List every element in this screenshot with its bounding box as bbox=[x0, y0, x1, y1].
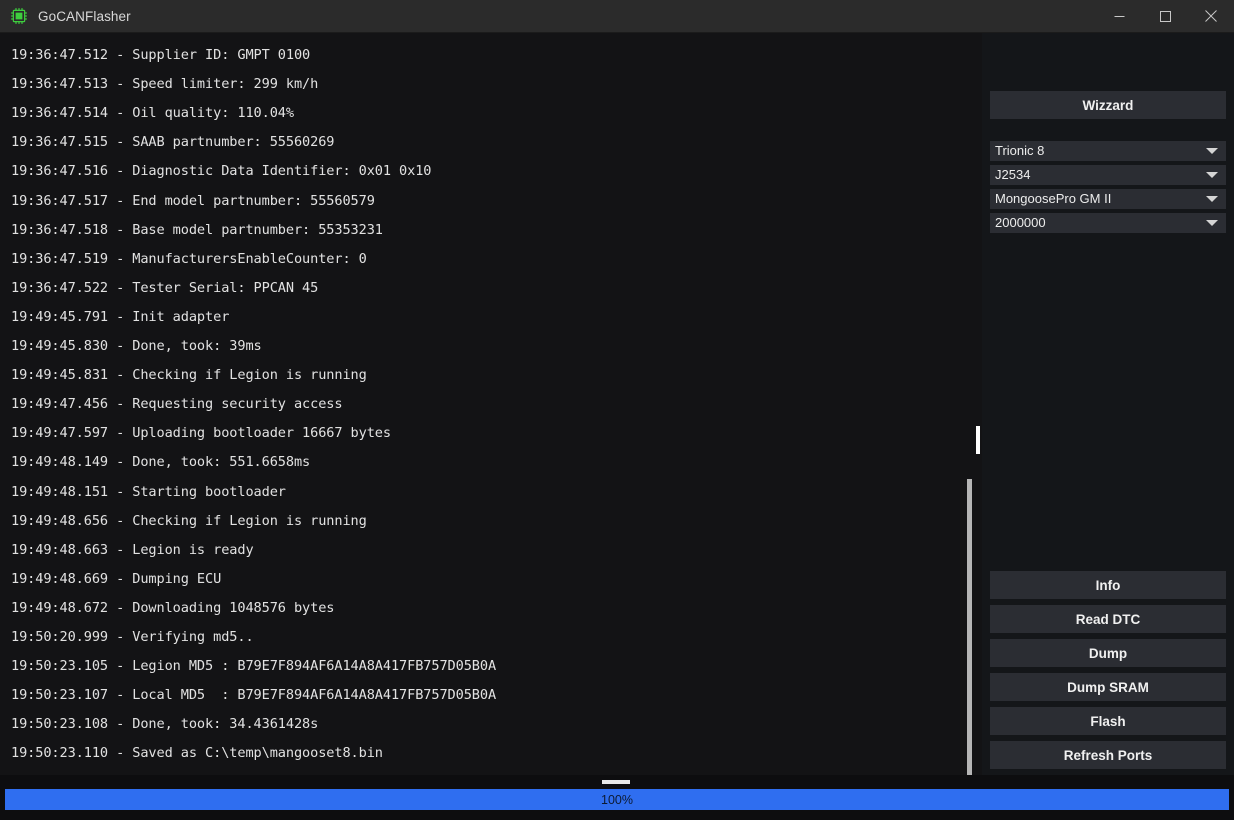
log-line: 19:50:23.110 - Saved as C:\temp\mangoose… bbox=[11, 745, 383, 762]
protocol-select-value: J2534 bbox=[995, 167, 1031, 182]
log-line: 19:49:48.669 - Dumping ECU bbox=[11, 570, 222, 587]
log-line: 19:50:23.105 - Legion MD5 : B79E7F894AF6… bbox=[11, 658, 497, 675]
chevron-down-icon bbox=[1206, 196, 1218, 202]
log-line: 19:49:48.672 - Downloading 1048576 bytes bbox=[11, 599, 335, 616]
progress-bar: 100% bbox=[5, 789, 1229, 810]
baudrate-select-value: 2000000 bbox=[995, 215, 1046, 230]
horizontal-scrollbar-thumb[interactable] bbox=[602, 780, 630, 784]
progress-label: 100% bbox=[601, 792, 633, 807]
chevron-down-icon bbox=[1206, 148, 1218, 154]
log-line: 19:49:47.456 - Requesting security acces… bbox=[11, 396, 343, 413]
log-line: 19:36:47.522 - Tester Serial: PPCAN 45 bbox=[11, 279, 319, 296]
log-line: 19:50:23.108 - Done, took: 34.4361428s bbox=[11, 716, 319, 733]
vertical-scrollbar-thumb[interactable] bbox=[976, 426, 980, 454]
log-line: 19:36:47.516 - Diagnostic Data Identifie… bbox=[11, 163, 432, 180]
application-window: GoCANFlasher 19:36:47.512 - Supplier ID:… bbox=[0, 0, 1234, 820]
window-controls bbox=[1096, 0, 1234, 32]
log-line: 19:36:47.512 - Supplier ID: GMPT 0100 bbox=[11, 47, 311, 64]
vertical-scrollbar-track[interactable] bbox=[967, 479, 972, 775]
log-lines-container: 19:36:47.511 - Engine type: 000 19:36:47.… bbox=[0, 33, 960, 768]
log-line: 19:49:45.831 - Checking if Legion is run… bbox=[11, 367, 367, 384]
log-line: 19:49:48.656 - Checking if Legion is run… bbox=[11, 512, 367, 529]
log-line: 19:49:48.663 - Legion is ready bbox=[11, 541, 254, 558]
log-line: 19:49:47.597 - Uploading bootloader 1666… bbox=[11, 425, 391, 442]
ecu-select-value: Trionic 8 bbox=[995, 143, 1045, 158]
adapter-select[interactable]: MongoosePro GM II bbox=[990, 189, 1226, 209]
main-content: 19:36:47.511 - Engine type: 000 19:36:47.… bbox=[0, 33, 1234, 775]
refresh-ports-button[interactable]: Refresh Ports bbox=[990, 741, 1226, 769]
chevron-down-icon bbox=[1206, 172, 1218, 178]
window-title: GoCANFlasher bbox=[38, 8, 131, 24]
log-line: 19:49:45.791 - Init adapter bbox=[11, 308, 230, 325]
log-line: 19:36:47.513 - Speed limiter: 299 km/h bbox=[11, 76, 319, 93]
action-buttons: Info Read DTC Dump Dump SRAM Flash Refresh Po… bbox=[990, 565, 1226, 775]
protocol-select[interactable]: J2534 bbox=[990, 165, 1226, 185]
log-output-pane[interactable]: 19:36:47.511 - Engine type: 000 19:36:47.… bbox=[0, 33, 982, 775]
log-line: 19:36:47.514 - Oil quality: 110.04% bbox=[11, 105, 294, 122]
baudrate-select[interactable]: 2000000 bbox=[990, 213, 1226, 233]
wizzard-button[interactable]: Wizzard bbox=[990, 91, 1226, 119]
configuration-dropdowns: Trionic 8 J2534 MongoosePro GM II 2000000 bbox=[990, 141, 1226, 237]
chevron-down-icon bbox=[1206, 220, 1218, 226]
log-line: 19:49:48.151 - Starting bootloader bbox=[11, 483, 286, 500]
log-line: 19:50:20.999 - Verifying md5.. bbox=[11, 628, 254, 645]
maximize-button[interactable] bbox=[1142, 0, 1188, 32]
dump-sram-button[interactable]: Dump SRAM bbox=[990, 673, 1226, 701]
maximize-icon bbox=[1159, 10, 1171, 22]
title-bar: GoCANFlasher bbox=[0, 0, 1234, 33]
log-line: 19:36:47.519 - ManufacturersEnableCounte… bbox=[11, 250, 367, 267]
adapter-select-value: MongoosePro GM II bbox=[995, 191, 1112, 206]
minimize-button[interactable] bbox=[1096, 0, 1142, 32]
control-sidebar: Wizzard Trionic 8 J2534 MongoosePro GM II 2… bbox=[982, 33, 1234, 775]
log-line: 19:36:47.511 - Engine type: 000 bbox=[11, 33, 960, 41]
minimize-icon bbox=[1114, 15, 1124, 17]
log-line: 19:49:45.830 - Done, took: 39ms bbox=[11, 338, 262, 355]
info-button[interactable]: Info bbox=[990, 571, 1226, 599]
ecu-select[interactable]: Trionic 8 bbox=[990, 141, 1226, 161]
log-line: 19:36:47.515 - SAAB partnumber: 55560269 bbox=[11, 134, 335, 151]
log-line: 19:50:23.107 - Local MD5 : B79E7F894AF6A… bbox=[11, 687, 497, 704]
dump-button[interactable]: Dump bbox=[990, 639, 1226, 667]
close-icon bbox=[1205, 10, 1217, 22]
log-line: 19:36:47.517 - End model partnumber: 555… bbox=[11, 192, 375, 209]
log-line: 19:49:48.149 - Done, took: 551.6658ms bbox=[11, 454, 311, 471]
flash-button[interactable]: Flash bbox=[990, 707, 1226, 735]
log-line: 19:36:47.518 - Base model partnumber: 55… bbox=[11, 221, 383, 238]
microchip-icon bbox=[11, 8, 27, 24]
read-dtc-button[interactable]: Read DTC bbox=[990, 605, 1226, 633]
wizzard-section: Wizzard bbox=[990, 33, 1226, 119]
close-button[interactable] bbox=[1188, 0, 1234, 32]
progress-bar-fill: 100% bbox=[5, 789, 1229, 810]
